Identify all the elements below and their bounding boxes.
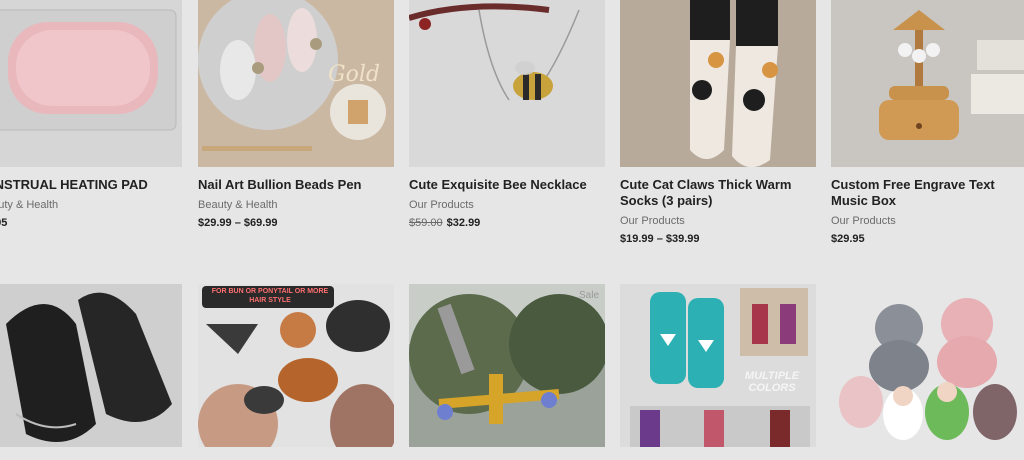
product-image-tree-toy[interactable]: Sale — [409, 284, 605, 447]
product-category[interactable]: Our Products — [620, 215, 816, 227]
product-card-baby-dolls[interactable] — [831, 284, 1024, 447]
product-title[interactable]: Custom Free Engrave Text Music Box — [831, 177, 1024, 209]
product-card-cat-socks[interactable]: Cute Cat Claws Thick Warm Socks (3 pairs… — [620, 0, 816, 245]
bee-necklace-image — [409, 0, 605, 167]
product-price: $59.00 $32.99 — [409, 217, 605, 229]
product-card-bee-necklace[interactable]: Cute Exquisite Bee Necklace Our Products… — [409, 0, 605, 229]
product-card-heart-socks[interactable]: MULTIPLE COLORS — [620, 284, 816, 447]
product-image-bee-necklace[interactable] — [409, 0, 605, 167]
heart-socks-image — [620, 284, 816, 447]
tree-toy-image — [409, 284, 605, 447]
product-price: $29.95 — [831, 233, 865, 245]
product-card-shoes[interactable] — [0, 284, 182, 447]
product-image-shoes[interactable] — [0, 284, 182, 447]
sale-badge: Sale — [578, 290, 599, 301]
product-price: $19.99 – $39.99 — [620, 233, 700, 245]
product-image-heart-socks[interactable]: MULTIPLE COLORS — [620, 284, 816, 447]
product-card-heating-pad[interactable]: ENSTRUAL HEATING PAD eauty & Health 3.95 — [0, 0, 182, 229]
product-title[interactable]: ENSTRUAL HEATING PAD — [0, 177, 182, 193]
image-caption-multiple-colors: MULTIPLE COLORS — [744, 370, 800, 394]
product-image-cat-socks[interactable] — [620, 0, 816, 167]
sale-price: $32.99 — [446, 217, 481, 229]
product-title[interactable]: Cute Cat Claws Thick Warm Socks (3 pairs… — [620, 177, 816, 209]
product-category[interactable]: Beauty & Health — [198, 199, 394, 211]
product-image-baby-dolls[interactable] — [831, 284, 1024, 447]
music-box-image — [831, 0, 1024, 167]
product-title[interactable]: Cute Exquisite Bee Necklace — [409, 177, 605, 193]
product-card-nail-art[interactable]: Gold Nail Art Bullion Beads Pen Beauty &… — [198, 0, 394, 229]
baby-dolls-image — [831, 284, 1024, 447]
heating-pad-image — [0, 0, 182, 167]
product-price: $29.99 – $69.99 — [198, 217, 278, 229]
product-card-hair-clips[interactable]: FOR BUN OR PONYTAIL OR MORE HAIR STYLE — [198, 284, 394, 447]
product-category[interactable]: eauty & Health — [0, 199, 182, 211]
product-price: 3.95 — [0, 217, 8, 229]
image-caption-gold: Gold — [328, 62, 380, 87]
product-image-nail-art[interactable]: Gold — [198, 0, 394, 167]
product-image-hair-clips[interactable]: FOR BUN OR PONYTAIL OR MORE HAIR STYLE — [198, 284, 394, 447]
product-card-tree-toy[interactable]: Sale — [409, 284, 605, 447]
product-category[interactable]: Our Products — [409, 199, 605, 211]
product-card-music-box[interactable]: Custom Free Engrave Text Music Box Our P… — [831, 0, 1024, 245]
product-image-music-box[interactable] — [831, 0, 1024, 167]
product-image-heating-pad[interactable] — [0, 0, 182, 167]
hair-clips-image — [198, 284, 394, 447]
sparkle-shoes-image — [0, 284, 182, 447]
image-caption-hair-style: FOR BUN OR PONYTAIL OR MORE HAIR STYLE — [211, 288, 329, 304]
product-category[interactable]: Our Products — [831, 215, 1024, 227]
cat-socks-image — [620, 0, 816, 167]
old-price: $59.00 — [409, 217, 443, 229]
product-title[interactable]: Nail Art Bullion Beads Pen — [198, 177, 394, 193]
